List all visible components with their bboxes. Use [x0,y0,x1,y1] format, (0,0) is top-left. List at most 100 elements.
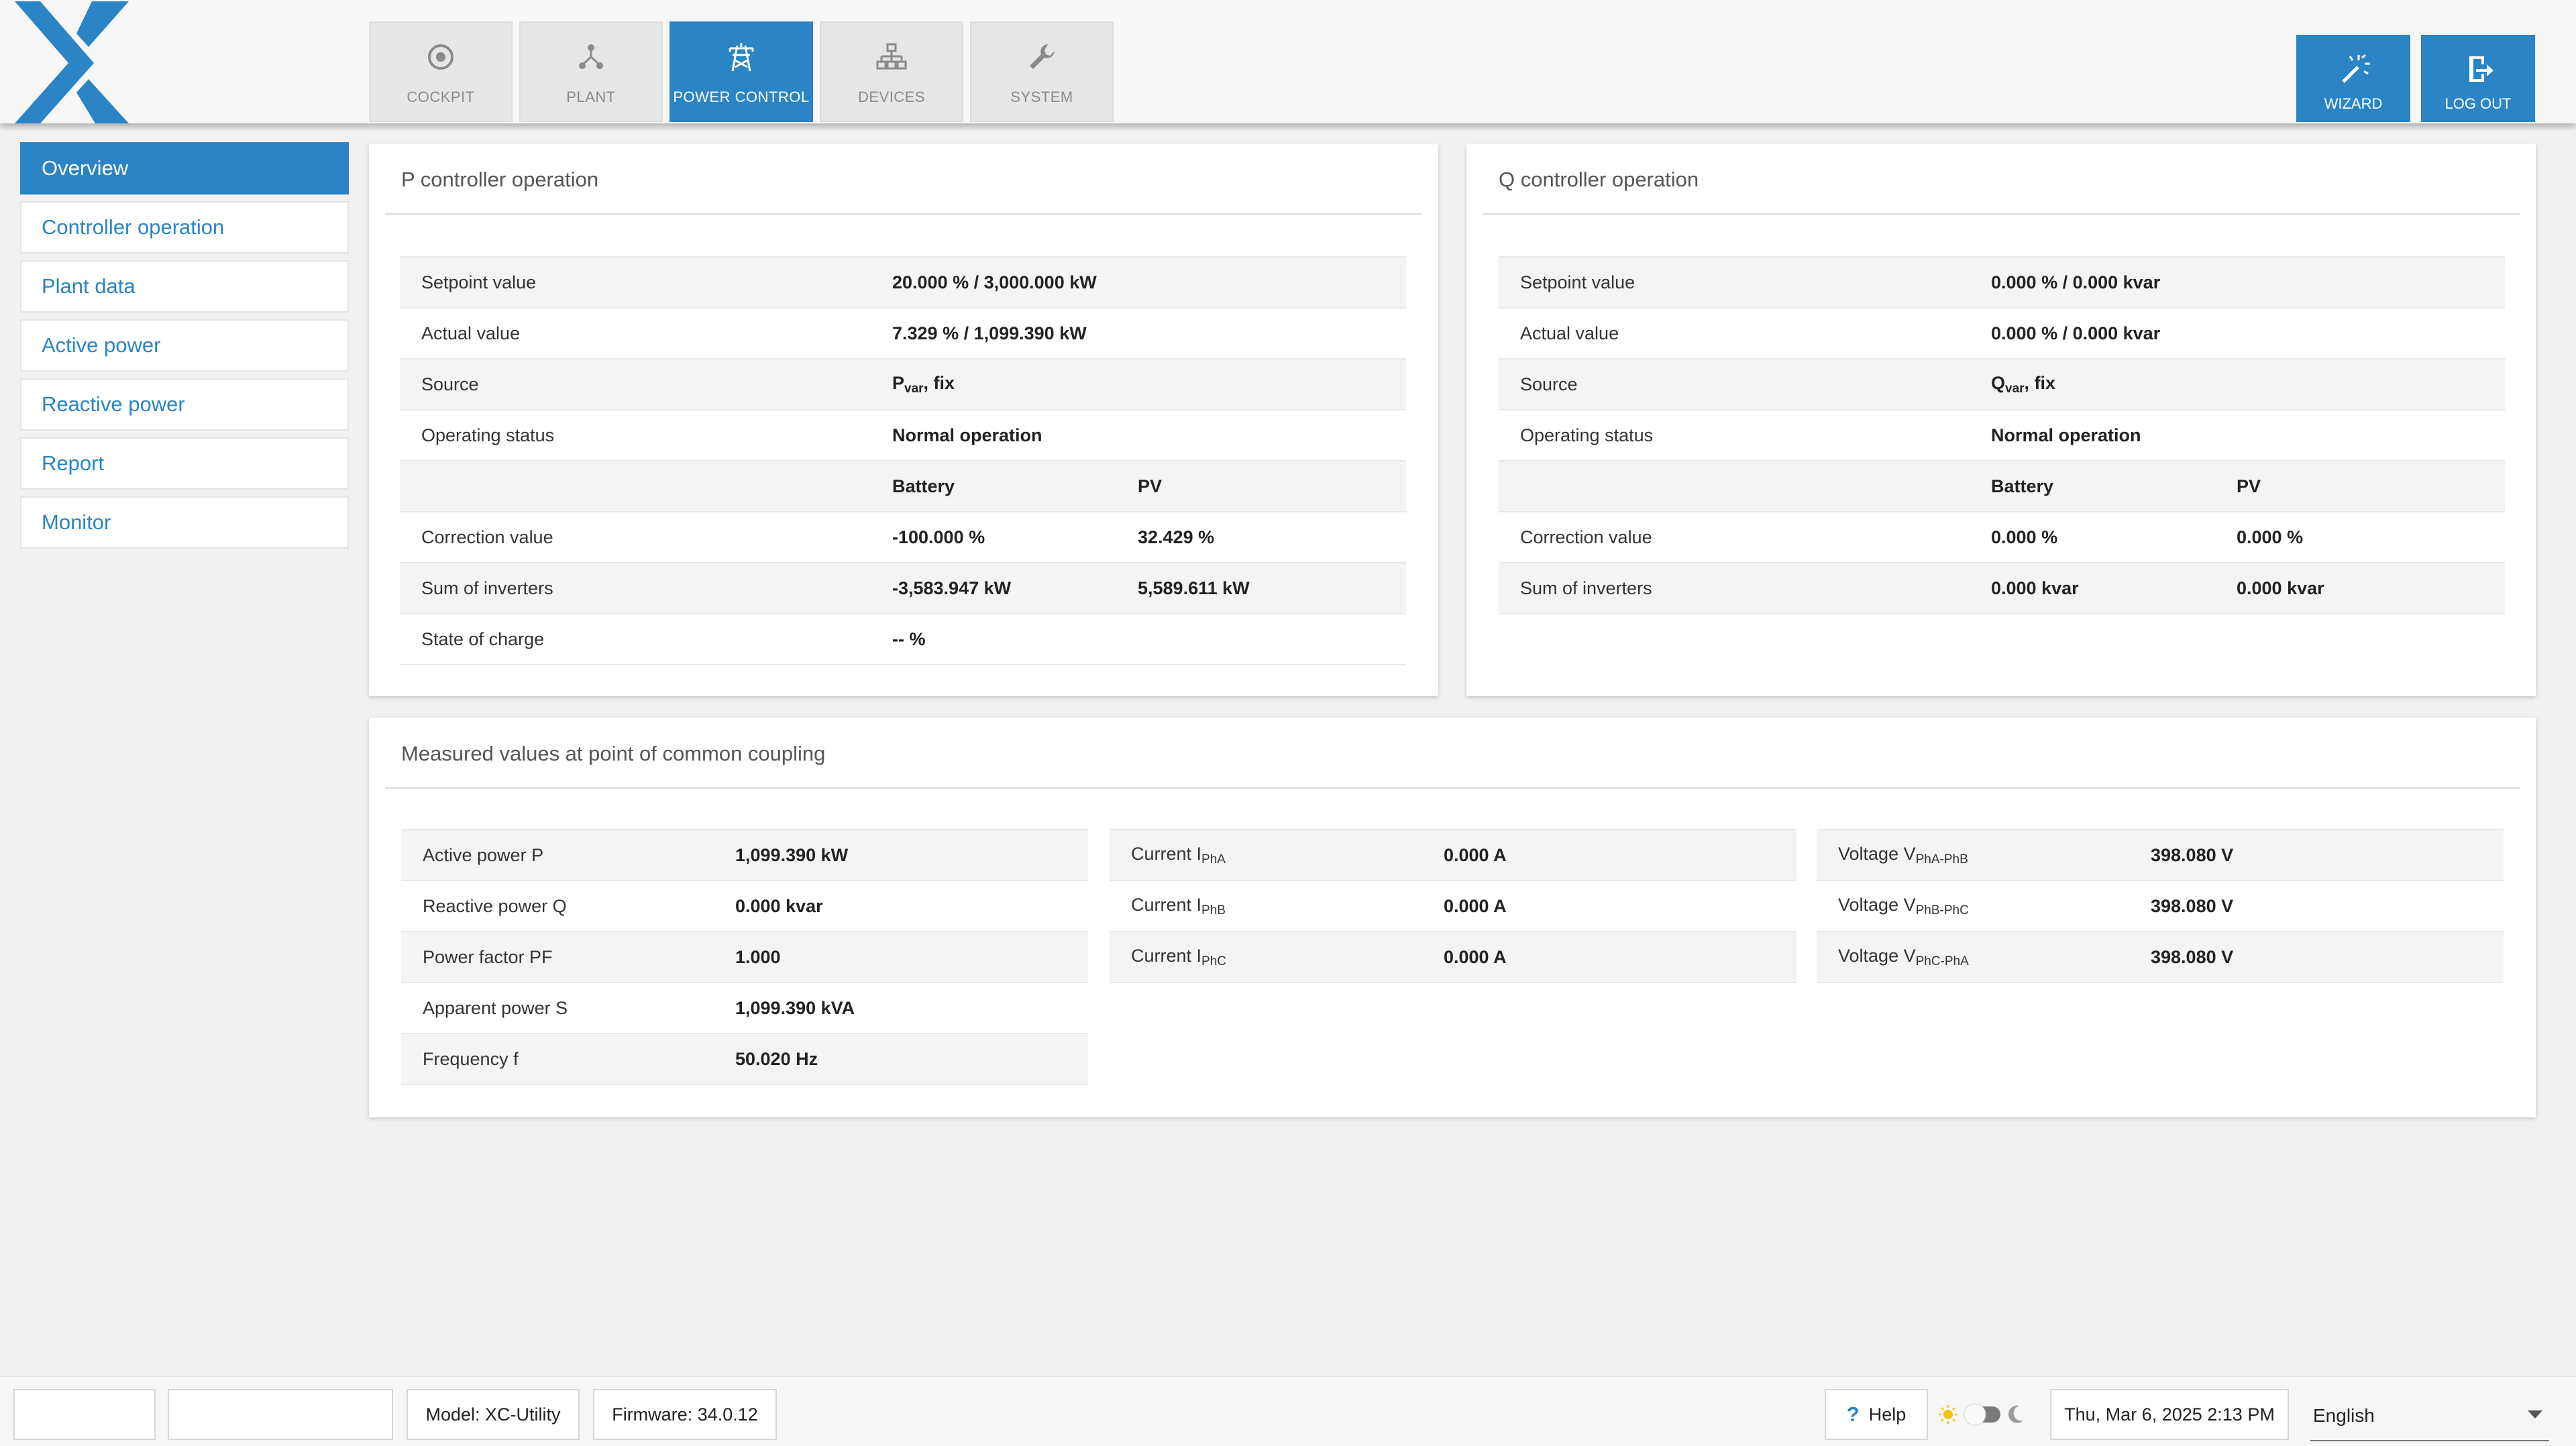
table-row: Setpoint value 20.000 % / 3,000.000 kW [400,257,1406,308]
label-text: Voltage V [1838,843,1916,864]
sidebar-item-report[interactable]: Report [20,437,349,490]
sidebar-item-overview[interactable]: Overview [20,142,349,194]
row-value: 7.329 % / 1,099.390 kW [892,323,1087,343]
table-row: Battery PV [400,461,1406,512]
sidebar-item-reactive-power[interactable]: Reactive power [20,378,349,431]
target-icon [428,44,453,70]
datetime-display: Thu, Mar 6, 2025 2:13 PM [2050,1389,2289,1440]
power-tower-icon [729,43,754,72]
table-row: Power factor PF 1.000 [401,932,1088,983]
top-header: COCKPIT PLANT POWER CONTROL DEVICES SYST… [0,0,2576,123]
label-text: Current I [1131,894,1202,915]
table-row: Voltage VPhC-PhA 398.080 V [1817,932,2504,983]
logout-button[interactable]: LOG OUT [2421,35,2535,122]
status-box-empty [13,1389,156,1440]
table-row: Source Pvar, fix [400,359,1406,410]
row-label: State of charge [421,628,545,649]
language-select[interactable]: English [2310,1392,2549,1441]
row-value: 0.000 kvar [735,895,823,916]
divider [1483,213,2520,215]
sidebar-item-active-power[interactable]: Active power [20,319,349,372]
sidebar-item-monitor[interactable]: Monitor [20,496,349,549]
row-value: 1,099.390 kW [735,844,849,865]
source-suffix: , fix [2024,372,2056,393]
theme-toggle[interactable] [1939,1397,2026,1432]
row-label: Voltage VPhC-PhA [1817,932,2151,983]
row-value: 32.429 % [1138,526,1215,547]
label-text: Voltage V [1838,894,1916,915]
row-label: Source [1520,374,1578,394]
column-header-pv: PV [2237,476,2261,496]
row-value: 50.020 Hz [735,1048,818,1069]
table-row: Sum of inverters 0.000 kvar 0.000 kvar [1499,563,2506,614]
tab-power-control[interactable]: POWER CONTROL [669,21,813,122]
source-suffix: , fix [923,372,955,393]
label-text: Current I [1131,843,1202,864]
table-row: Battery PV [1499,461,2506,512]
model-info: Model: XC-Utility [407,1389,580,1440]
row-value: -- % [892,628,926,649]
row-value: 0.000 A [1444,844,1507,865]
row-value: 0.000 kvar [1991,577,2079,598]
help-icon: ? [1846,1402,1860,1426]
row-value: 0.000 % / 0.000 kvar [1991,272,2161,292]
row-label: Operating status [1520,425,1654,445]
row-value: 1,099.390 kVA [735,997,855,1018]
divider [385,787,2520,789]
network-icon [579,44,603,69]
table-row: Apparent power S 1,099.390 kVA [401,983,1088,1034]
sidebar-nav: Overview Controller operation Plant data… [20,142,349,555]
label-subscript: PhC [1201,954,1227,968]
row-value: 0.000 A [1444,946,1507,967]
tab-devices[interactable]: DEVICES [820,21,963,122]
row-label: Voltage VPhB-PhC [1817,881,2151,932]
moon-icon [2008,1405,2023,1423]
row-value: 0.000 % [2237,526,2304,547]
power-measurements-table: Active power P 1,099.390 kW Reactive pow… [401,829,1088,1085]
row-value: Qvar, fix [1991,359,2505,410]
row-value: 0.000 % / 0.000 kvar [1991,323,2161,343]
row-value: Pvar, fix [892,359,1406,410]
row-value: -3,583.947 kW [892,577,1012,598]
row-value: Normal operation [892,425,1042,445]
sidebar-item-plant-data[interactable]: Plant data [20,260,349,313]
firmware-info: Firmware: 34.0.12 [593,1389,777,1440]
row-label: Current IPhB [1110,881,1444,932]
table-row: State of charge -- % [400,614,1406,665]
table-row: Current IPhB 0.000 A [1110,881,1796,932]
tab-cockpit[interactable]: COCKPIT [369,21,513,122]
label-subscript: PhA [1201,852,1226,867]
row-label: Setpoint value [1520,272,1635,292]
row-label [1499,461,1991,512]
row-label: Sum of inverters [421,577,553,598]
row-label: Frequency f [423,1048,519,1069]
row-label: Current IPhA [1110,830,1444,881]
row-value: 0.000 % [1991,526,2058,547]
column-header-battery: Battery [892,476,955,496]
wrench-icon [1030,44,1055,69]
logout-icon [2469,56,2493,82]
row-value: 398.080 V [2151,895,2234,916]
wizard-button[interactable]: WIZARD [2296,35,2410,122]
language-value: English [2313,1405,2375,1426]
logout-label: LOG OUT [2445,95,2512,112]
table-row: Source Qvar, fix [1499,359,2506,410]
q-controller-panel: Q controller operation Setpoint value 0.… [1466,144,2536,696]
table-row: Operating status Normal operation [400,410,1406,461]
table-row: Voltage VPhB-PhC 398.080 V [1817,881,2504,932]
sidebar-item-controller-operation[interactable]: Controller operation [20,201,349,254]
row-label: Voltage VPhA-PhB [1817,830,2151,881]
help-button[interactable]: ? Help [1825,1389,1928,1440]
table-row: Setpoint value 0.000 % / 0.000 kvar [1499,257,2506,308]
table-row: Actual value 0.000 % / 0.000 kvar [1499,308,2506,359]
tab-label: SYSTEM [1010,89,1073,105]
row-label: Source [421,374,479,394]
tab-plant[interactable]: PLANT [519,21,663,122]
row-label: Apparent power S [423,997,568,1018]
row-value: 1.000 [735,946,781,967]
row-label: Correction value [1520,526,1652,547]
row-label: Operating status [421,425,555,445]
tab-system[interactable]: SYSTEM [970,21,1114,122]
row-value: 0.000 kvar [2237,577,2324,598]
table-row: Current IPhC 0.000 A [1110,932,1796,983]
